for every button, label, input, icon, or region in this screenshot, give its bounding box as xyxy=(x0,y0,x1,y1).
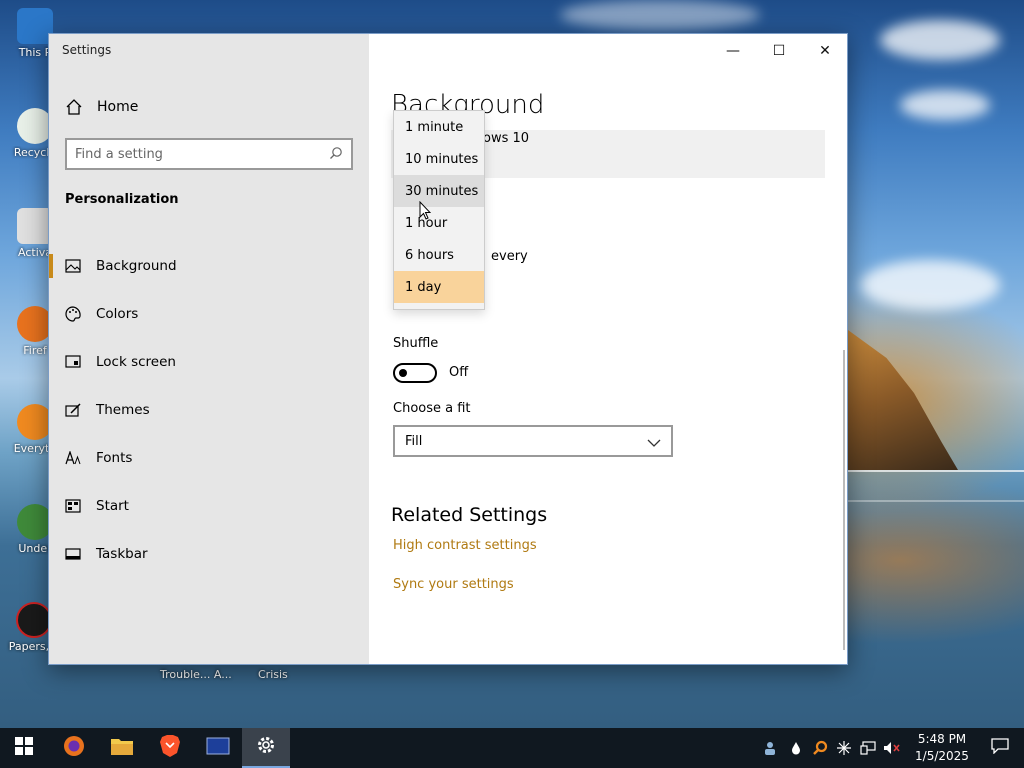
taskbar-brave[interactable] xyxy=(146,728,194,768)
sidebar: Settings Home Personalization Background… xyxy=(49,34,369,664)
sidebar-item-start[interactable]: Start xyxy=(49,482,369,530)
sidebar-item-label: Background xyxy=(96,258,177,274)
brightness-icon[interactable] xyxy=(832,728,856,768)
system-tray: 5:48 PM 1/5/2025 xyxy=(760,728,1024,768)
find-setting-search[interactable] xyxy=(65,138,353,170)
taskbar-monitor-app[interactable] xyxy=(194,728,242,768)
start-button[interactable] xyxy=(0,728,48,768)
shuffle-state: Off xyxy=(449,365,469,380)
shuffle-toggle[interactable] xyxy=(393,363,437,383)
sidebar-item-label: Taskbar xyxy=(96,546,148,562)
fit-value: Fill xyxy=(405,433,423,449)
related-settings-title: Related Settings xyxy=(391,504,548,526)
search-input[interactable] xyxy=(75,146,329,162)
dropdown-option[interactable]: 10 minutes xyxy=(394,143,484,175)
sidebar-item-label: Fonts xyxy=(96,450,133,466)
water-drop-icon[interactable] xyxy=(784,728,808,768)
monitor-app-icon xyxy=(206,736,230,760)
sidebar-item-background[interactable]: Background xyxy=(49,242,369,290)
choose-fit-select[interactable]: Fill xyxy=(393,425,673,457)
chevron-down-icon xyxy=(647,432,661,451)
sidebar-item-taskbar[interactable]: Taskbar xyxy=(49,530,369,578)
desktop-icon-label[interactable]: Trouble... A... xyxy=(160,668,232,681)
sidebar-item-fonts[interactable]: Fonts xyxy=(49,434,369,482)
people-icon[interactable] xyxy=(760,728,784,768)
window-title: Settings xyxy=(62,43,112,57)
sidebar-item-label: Lock screen xyxy=(96,354,176,370)
dropdown-option[interactable]: 1 minute xyxy=(394,111,484,143)
sidebar-item-themes[interactable]: Themes xyxy=(49,386,369,434)
mouse-cursor-icon xyxy=(419,200,432,221)
sync-settings-link[interactable]: Sync your settings xyxy=(393,577,514,592)
picture-icon xyxy=(65,258,81,274)
fit-label: Choose a fit xyxy=(393,401,471,416)
settings-gear-icon xyxy=(255,734,277,760)
brush-icon xyxy=(65,402,81,418)
action-center-button[interactable] xyxy=(976,728,1024,768)
sidebar-item-label: Start xyxy=(96,498,129,514)
clock-date: 1/5/2025 xyxy=(915,749,969,763)
clock-time: 5:48 PM xyxy=(917,732,967,746)
notification-icon xyxy=(991,738,1009,758)
home-label: Home xyxy=(97,99,139,115)
sidebar-item-label: Themes xyxy=(96,402,150,418)
toggle-knob xyxy=(399,369,407,377)
home-nav-item[interactable]: Home xyxy=(65,98,138,116)
change-picture-every-label: every xyxy=(491,249,528,264)
taskbar: 5:48 PM 1/5/2025 xyxy=(0,728,1024,768)
lock-screen-icon xyxy=(65,354,81,370)
fonts-icon xyxy=(65,450,81,466)
file-explorer-icon xyxy=(110,736,134,760)
network-icon[interactable] xyxy=(856,728,880,768)
dropdown-option[interactable]: 6 hours xyxy=(394,239,484,271)
search-icon xyxy=(329,145,343,164)
rock-formation xyxy=(848,330,958,470)
start-grid-icon xyxy=(65,498,81,514)
shuffle-label: Shuffle xyxy=(393,336,439,351)
sidebar-item-lock-screen[interactable]: Lock screen xyxy=(49,338,369,386)
volume-muted-icon[interactable] xyxy=(880,728,904,768)
firefox-icon xyxy=(62,734,86,762)
sidebar-item-colors[interactable]: Colors xyxy=(49,290,369,338)
home-icon xyxy=(65,98,83,116)
windows-logo-icon xyxy=(15,737,33,759)
preview-text: ows 10 xyxy=(483,131,530,146)
sidebar-item-label: Colors xyxy=(96,306,139,322)
interval-dropdown: 1 minute 10 minutes 30 minutes 1 hour 6 … xyxy=(393,110,485,310)
scrollbar[interactable] xyxy=(843,350,845,650)
section-title: Personalization xyxy=(65,192,179,207)
search-magnifier-icon[interactable] xyxy=(808,728,832,768)
palette-icon xyxy=(65,306,81,322)
dropdown-option-selected[interactable]: 1 day xyxy=(394,271,484,303)
papers-please-icon xyxy=(16,602,52,638)
taskbar-icon xyxy=(65,546,81,562)
brave-icon xyxy=(159,734,181,762)
settings-window: Settings Home Personalization Background… xyxy=(48,33,848,665)
taskbar-settings[interactable] xyxy=(242,728,290,768)
taskbar-firefox[interactable] xyxy=(50,728,98,768)
taskbar-file-explorer[interactable] xyxy=(98,728,146,768)
high-contrast-link[interactable]: High contrast settings xyxy=(393,538,537,553)
dropdown-option[interactable]: 1 hour xyxy=(394,207,484,239)
clock[interactable]: 5:48 PM 1/5/2025 xyxy=(908,731,976,765)
dropdown-option-hovered[interactable]: 30 minutes xyxy=(394,175,484,207)
sidebar-nav: Background Colors Lock screen Themes Fon… xyxy=(49,242,369,578)
desktop-icon-label[interactable]: Crisis xyxy=(258,668,288,681)
